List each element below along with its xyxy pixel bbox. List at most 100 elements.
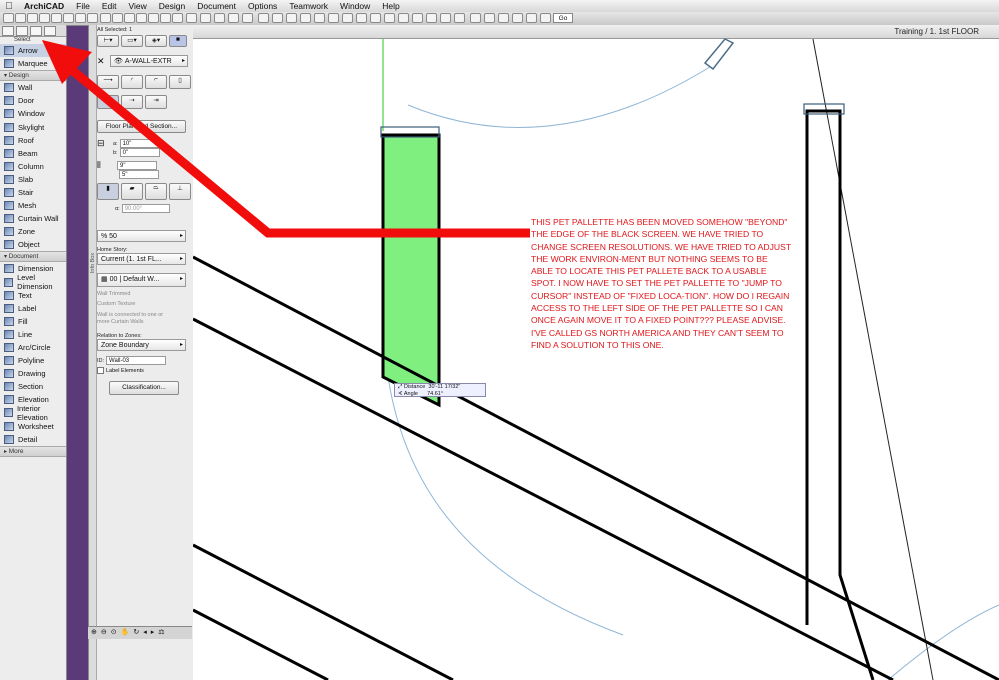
- tool-arrow[interactable]: Arrow: [0, 44, 66, 58]
- info-box-strip[interactable]: Info Box: [89, 25, 97, 680]
- toolbar-button-3[interactable]: [27, 13, 38, 23]
- toolbar-button-34[interactable]: [440, 13, 451, 23]
- toolbar-button-30[interactable]: [384, 13, 395, 23]
- toolbar-button-29[interactable]: [370, 13, 381, 23]
- toolbar-button-16[interactable]: [186, 13, 197, 23]
- toolbar-button-11[interactable]: [124, 13, 135, 23]
- tool-door[interactable]: Door: [0, 94, 66, 107]
- toolbar-button-26[interactable]: [328, 13, 339, 23]
- floor-plan-section-button[interactable]: Floor Plan and Section...: [97, 120, 186, 133]
- geometry-method-button[interactable]: ⊢▾: [97, 35, 119, 47]
- straight-profile-button[interactable]: ▮: [97, 183, 119, 200]
- pen-percent-dropdown[interactable]: % 50: [97, 230, 186, 242]
- rectangle-wall-button[interactable]: ▯: [169, 75, 191, 89]
- wall-settings-button[interactable]: ■: [169, 35, 187, 47]
- tool-arc-circle[interactable]: Arc/Circle: [0, 341, 66, 354]
- classification-button[interactable]: Classification...: [109, 381, 179, 395]
- toolbox-tab-3[interactable]: [30, 26, 42, 36]
- toolbox-tab-4[interactable]: [44, 26, 56, 36]
- reference-line-button[interactable]: ▭▾: [121, 35, 143, 47]
- tool-object[interactable]: Object: [0, 238, 66, 251]
- menu-help[interactable]: Help: [376, 0, 405, 12]
- composite-dropdown[interactable]: ▦ 00 | Default W...: [97, 273, 186, 287]
- wall-structure-button[interactable]: ◈▾: [145, 35, 167, 47]
- toolbar-button-4[interactable]: [39, 13, 50, 23]
- section-header[interactable]: More: [0, 445, 66, 457]
- tool-polyline[interactable]: Polyline: [0, 354, 66, 367]
- tool-stair[interactable]: Stair: [0, 186, 66, 199]
- toolbar-button-15[interactable]: [172, 13, 183, 23]
- toolbar-button-32[interactable]: [412, 13, 423, 23]
- toolbar-button-14[interactable]: [160, 13, 171, 23]
- section-header[interactable]: Design: [0, 70, 66, 82]
- menu-design[interactable]: Design: [153, 0, 191, 12]
- next-zoom-icon[interactable]: ▸: [151, 628, 155, 636]
- toolbar-button-37[interactable]: [484, 13, 495, 23]
- app-menu[interactable]: ArchiCAD: [18, 0, 70, 12]
- toolbar-button-41[interactable]: [540, 13, 551, 23]
- toolbar-button-25[interactable]: [314, 13, 325, 23]
- toolbar-button-9[interactable]: [100, 13, 111, 23]
- home-story-dropdown[interactable]: Current (1. 1st FL...: [97, 253, 186, 265]
- toolbar-button-39[interactable]: [512, 13, 523, 23]
- toolbar-button-19[interactable]: [228, 13, 239, 23]
- pan-icon[interactable]: ✋: [121, 628, 130, 636]
- tool-line[interactable]: Line: [0, 328, 66, 341]
- toolbar-button-7[interactable]: [75, 13, 86, 23]
- menu-edit[interactable]: Edit: [96, 0, 123, 12]
- double-slanted-profile-button[interactable]: ⏢: [145, 183, 167, 200]
- toolbar-button-6[interactable]: [63, 13, 74, 23]
- toolbar-button-22[interactable]: [272, 13, 283, 23]
- polygonal-wall-button[interactable]: ⇥: [145, 95, 167, 109]
- toolbar-button-24[interactable]: [300, 13, 311, 23]
- complex-profile-button[interactable]: ⊥: [169, 183, 191, 200]
- go-button[interactable]: Go: [553, 13, 573, 23]
- toolbar-button-35[interactable]: [454, 13, 465, 23]
- menu-options[interactable]: Options: [242, 0, 283, 12]
- toolbar-button-17[interactable]: [200, 13, 211, 23]
- toolbar-button-28[interactable]: [356, 13, 367, 23]
- slanted-profile-button[interactable]: ▰: [121, 183, 143, 200]
- wall-angle-field[interactable]: 90.00°: [121, 204, 170, 213]
- scale-icon[interactable]: ⚖: [158, 628, 164, 636]
- tool-label[interactable]: Label: [0, 302, 66, 315]
- layer-dropdown[interactable]: 👁 A-WALL-EXTR: [110, 55, 188, 67]
- element-id-field[interactable]: Wall-03: [106, 356, 167, 365]
- section-header[interactable]: Document: [0, 251, 66, 263]
- straight-wall-button[interactable]: ⟶: [97, 75, 119, 89]
- menu-document[interactable]: Document: [191, 0, 242, 12]
- toolbar-button-2[interactable]: [15, 13, 26, 23]
- zoom-fit-icon[interactable]: ⊙: [111, 628, 117, 636]
- toolbox-tab-2[interactable]: [16, 26, 28, 36]
- toolbar-button-23[interactable]: [286, 13, 297, 23]
- polygon-wall-button[interactable]: ⌐: [145, 75, 167, 89]
- tool-skylight[interactable]: Skylight: [0, 120, 66, 133]
- rotate-icon[interactable]: ↻: [133, 628, 139, 636]
- tool-slab[interactable]: Slab: [0, 173, 66, 186]
- tool-marquee[interactable]: Marquee: [0, 57, 66, 70]
- tool-window[interactable]: Window: [0, 107, 66, 120]
- tool-level-dimension[interactable]: Level Dimension: [0, 273, 66, 291]
- toolbar-button-13[interactable]: [148, 13, 159, 23]
- trapezoid-wall-button[interactable]: ⇢: [121, 95, 143, 109]
- label-elements-checkbox[interactable]: Label Elements: [97, 367, 192, 374]
- thickness-field[interactable]: 9": [117, 161, 157, 170]
- toolbar-button-1[interactable]: [3, 13, 14, 23]
- toolbar-button-33[interactable]: [426, 13, 437, 23]
- tool-fill[interactable]: Fill: [0, 315, 66, 328]
- toolbar-button-8[interactable]: [87, 13, 98, 23]
- tool-mesh[interactable]: Mesh: [0, 199, 66, 212]
- menu-file[interactable]: File: [70, 0, 96, 12]
- toolbar-button-36[interactable]: [470, 13, 481, 23]
- toolbar-button-27[interactable]: [342, 13, 353, 23]
- offset-field[interactable]: 5": [119, 170, 159, 179]
- height-a-field[interactable]: 10": [119, 139, 160, 148]
- zoom-in-icon[interactable]: ⊕: [91, 628, 97, 636]
- zoom-out-icon[interactable]: ⊖: [101, 628, 107, 636]
- tool-curtain-wall[interactable]: Curtain Wall: [0, 212, 66, 225]
- toolbar-button-31[interactable]: [398, 13, 409, 23]
- floor-plan-window[interactable]: Training / 1. 1st FLOOR: [193, 25, 999, 680]
- toolbar-button-5[interactable]: [51, 13, 62, 23]
- tool-interior-elevation[interactable]: Interior Elevation: [0, 404, 66, 422]
- menu-view[interactable]: View: [123, 0, 153, 12]
